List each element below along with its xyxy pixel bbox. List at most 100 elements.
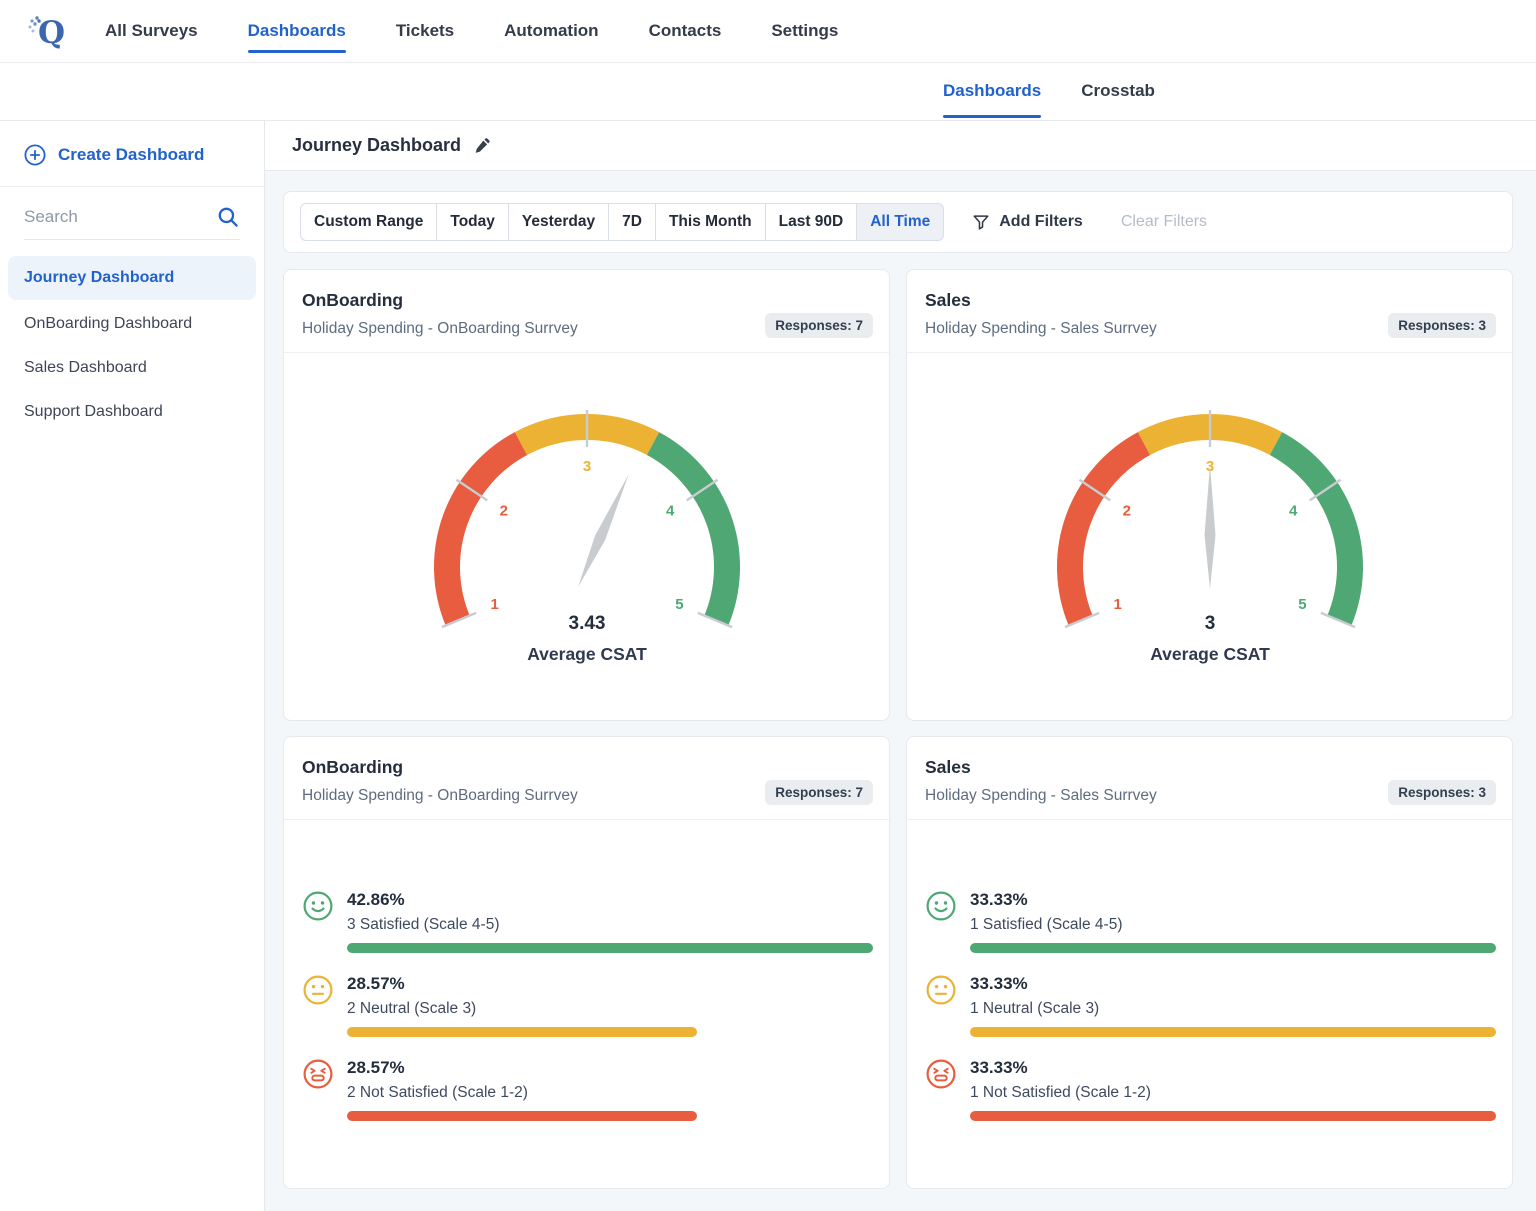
gauge-value-text: 3 (1204, 613, 1215, 634)
gauge-segment-arc (1070, 444, 1144, 621)
sidebar-item-onboarding-dashboard[interactable]: OnBoarding Dashboard (0, 302, 264, 346)
funnel-icon (972, 213, 990, 231)
nav-settings[interactable]: Settings (771, 0, 838, 62)
brand-logo[interactable]: Q (23, 8, 69, 54)
date-range-selector: Custom Range Today Yesterday 7D This Mon… (300, 203, 944, 241)
card-body: 123453Average CSAT (907, 353, 1512, 674)
satisfaction-bar-track (347, 1027, 873, 1037)
satisfaction-row: 28.57% 2 Not Satisfied (Scale 1-2) (302, 1058, 873, 1121)
edit-pencil-icon[interactable] (474, 136, 493, 155)
card-header: OnBoarding Holiday Spending - OnBoarding… (284, 270, 889, 353)
page-header: Journey Dashboard (265, 120, 1536, 171)
gauge-metric-label: Average CSAT (1150, 644, 1270, 664)
satisfaction-percent: 33.33% (970, 974, 1496, 994)
gauge-svg: 123453.43Average CSAT (397, 397, 777, 669)
card-subtitle: Holiday Spending - OnBoarding Surrvey (302, 787, 578, 805)
card-title: Sales (925, 290, 1157, 311)
nav-automation[interactable]: Automation (504, 0, 598, 62)
search-input[interactable] (24, 207, 240, 227)
satisfaction-bar-fill (347, 1027, 697, 1037)
satisfaction-row: 28.57% 2 Neutral (Scale 3) (302, 974, 873, 1037)
sidebar-item-sales-dashboard[interactable]: Sales Dashboard (0, 346, 264, 390)
range-option-last-90d[interactable]: Last 90D (766, 203, 858, 241)
filter-bar: Custom Range Today Yesterday 7D This Mon… (283, 191, 1513, 253)
responses-badge: Responses: 3 (1388, 313, 1496, 338)
nav-dashboards[interactable]: Dashboards (248, 0, 346, 62)
page-title: Journey Dashboard (292, 135, 461, 156)
satisfaction-card-onboarding: OnBoarding Holiday Spending - OnBoarding… (283, 736, 890, 1189)
satisfaction-row: 33.33% 1 Not Satisfied (Scale 1-2) (925, 1058, 1496, 1121)
satisfaction-label: 1 Satisfied (Scale 4-5) (970, 916, 1496, 934)
neutral-smiley-icon (925, 974, 957, 1006)
svg-text:Q: Q (38, 15, 65, 51)
card-title: Sales (925, 757, 1157, 778)
satisfaction-row: 33.33% 1 Satisfied (Scale 4-5) (925, 890, 1496, 953)
gauge-segment-arc (653, 444, 727, 621)
satisfaction-bar-track (347, 1111, 873, 1121)
satisfaction-percent: 33.33% (970, 1058, 1496, 1078)
satisfaction-label: 2 Neutral (Scale 3) (347, 1000, 873, 1018)
create-dashboard-button[interactable]: Create Dashboard (0, 120, 264, 187)
gauge-svg: 123453Average CSAT (1020, 397, 1400, 669)
gauge-tick-label: 4 (665, 502, 674, 519)
range-option-today[interactable]: Today (437, 203, 509, 241)
satisfaction-bar-fill (347, 1111, 697, 1121)
top-nav: Q All Surveys Dashboards Tickets Automat… (0, 0, 1536, 63)
satisfaction-bar-fill (347, 943, 873, 953)
range-option-7d[interactable]: 7D (609, 203, 656, 241)
satisfaction-percent: 42.86% (347, 890, 873, 910)
satisfaction-label: 3 Satisfied (Scale 4-5) (347, 916, 873, 934)
card-subtitle: Holiday Spending - Sales Surrvey (925, 320, 1157, 338)
gauge-tick-label: 2 (1122, 502, 1130, 519)
card-body: 33.33% 1 Satisfied (Scale 4-5) (907, 820, 1512, 1121)
range-option-all-time[interactable]: All Time (857, 203, 944, 241)
satisfaction-row: 33.33% 1 Neutral (Scale 3) (925, 974, 1496, 1037)
card-subtitle: Holiday Spending - Sales Surrvey (925, 787, 1157, 805)
top-nav-items: All Surveys Dashboards Tickets Automatio… (105, 0, 838, 62)
brand-q-icon: Q (23, 8, 69, 54)
satisfied-smiley-icon (302, 890, 334, 922)
gauge-tick-label: 4 (1288, 502, 1297, 519)
search-icon[interactable] (217, 206, 240, 229)
plus-circle-icon (24, 144, 46, 166)
sub-nav: Dashboards Crosstab (0, 62, 1536, 121)
gauge-segment-arc (446, 444, 520, 621)
sidebar: Create Dashboard Journey Dashboard OnBoa… (0, 120, 265, 1211)
satisfaction-bar-fill (970, 1027, 1496, 1037)
range-option-custom-range[interactable]: Custom Range (300, 203, 437, 241)
gauge-value-text: 3.43 (568, 613, 605, 634)
card-subtitle: Holiday Spending - OnBoarding Surrvey (302, 320, 578, 338)
gauge-tick-label: 2 (499, 502, 507, 519)
csat-gauge-chart: 123453.43Average CSAT (397, 397, 777, 674)
nav-contacts[interactable]: Contacts (649, 0, 722, 62)
sub-nav-tabs: Dashboards Crosstab (943, 62, 1155, 120)
tab-dashboards[interactable]: Dashboards (943, 62, 1041, 120)
gauge-needle (572, 472, 633, 590)
clear-filters-button[interactable]: Clear Filters (1115, 212, 1213, 232)
main-area: Journey Dashboard Custom Range Today Yes… (265, 120, 1536, 1211)
range-option-this-month[interactable]: This Month (656, 203, 766, 241)
app-window: Q All Surveys Dashboards Tickets Automat… (0, 0, 1536, 1211)
sidebar-item-journey-dashboard[interactable]: Journey Dashboard (8, 256, 256, 300)
range-option-yesterday[interactable]: Yesterday (509, 203, 609, 241)
satisfaction-percent: 33.33% (970, 890, 1496, 910)
csat-gauge-chart: 123453Average CSAT (1020, 397, 1400, 674)
nav-all-surveys[interactable]: All Surveys (105, 0, 198, 62)
gauge-needle (1204, 465, 1215, 589)
sidebar-item-support-dashboard[interactable]: Support Dashboard (0, 390, 264, 434)
card-header: Sales Holiday Spending - Sales Surrvey R… (907, 270, 1512, 353)
responses-badge: Responses: 7 (765, 313, 873, 338)
dashboard-content: Custom Range Today Yesterday 7D This Mon… (265, 171, 1536, 1211)
card-body: 42.86% 3 Satisfied (Scale 4-5) (284, 820, 889, 1121)
satisfaction-bar-fill (970, 943, 1496, 953)
nav-tickets[interactable]: Tickets (396, 0, 454, 62)
satisfaction-row: 42.86% 3 Satisfied (Scale 4-5) (302, 890, 873, 953)
card-header: OnBoarding Holiday Spending - OnBoarding… (284, 737, 889, 820)
create-dashboard-label: Create Dashboard (58, 145, 204, 165)
add-filters-button[interactable]: Add Filters (966, 212, 1089, 232)
card-header: Sales Holiday Spending - Sales Surrvey R… (907, 737, 1512, 820)
gauge-tick-label: 1 (1113, 596, 1121, 613)
tab-crosstab[interactable]: Crosstab (1081, 62, 1155, 120)
add-filters-label: Add Filters (999, 213, 1083, 231)
gauge-card-onboarding: OnBoarding Holiday Spending - OnBoarding… (283, 269, 890, 721)
